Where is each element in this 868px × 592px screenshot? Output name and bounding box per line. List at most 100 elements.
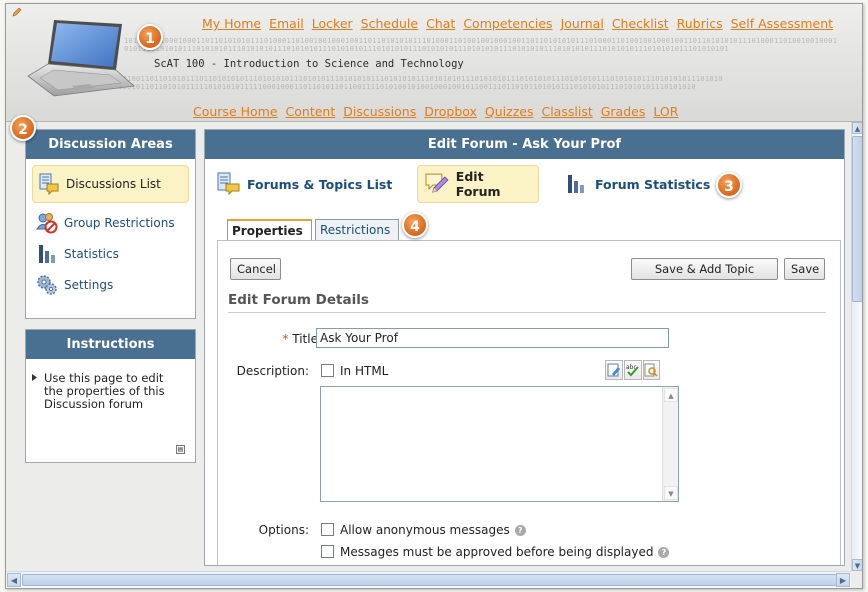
sidebar-item-settings[interactable]: Settings: [26, 269, 195, 300]
laptop-logo: [27, 20, 135, 97]
title-input[interactable]: Ask Your Prof: [316, 328, 669, 348]
description-textarea[interactable]: ▲ ▼: [320, 386, 679, 502]
cancel-button[interactable]: Cancel: [230, 258, 281, 280]
forums-topics-icon: [217, 172, 240, 196]
page-title: Edit Forum - Ask Your Prof: [205, 130, 844, 159]
nav-journal[interactable]: Journal: [561, 16, 604, 31]
subnav-label: Edit Forum: [455, 169, 501, 199]
in-html-checkbox[interactable]: [321, 364, 334, 377]
horizontal-scroll-thumb[interactable]: [22, 574, 837, 586]
nav-grades[interactable]: Grades: [601, 104, 646, 119]
nav-locker[interactable]: Locker: [312, 16, 353, 31]
section-heading: Edit Forum Details: [228, 292, 826, 313]
vertical-scrollbar[interactable]: ▲ ▼: [851, 122, 862, 571]
horizontal-scrollbar[interactable]: ◀ ▶: [6, 571, 851, 588]
instructions-text: Use this page to edit the properties of …: [44, 371, 165, 411]
sidebar-item-label: Group Restrictions: [64, 215, 175, 230]
course-name: ScAT 100 - Introduction to Science and T…: [154, 58, 464, 70]
group-restrictions-icon: [36, 212, 58, 233]
approval-label: Messages must be approved before being d…: [340, 545, 654, 559]
editor-toolbar: abc: [605, 360, 661, 380]
scroll-down-arrow-icon[interactable]: ▼: [664, 486, 678, 500]
subnav-forums-topics-list[interactable]: Forums & Topics List: [209, 165, 398, 203]
discussions-list-icon: [39, 173, 59, 195]
subnav-label: Forum Statistics: [595, 176, 711, 192]
nav-checklist[interactable]: Checklist: [612, 16, 669, 31]
anonymous-checkbox[interactable]: [321, 523, 334, 536]
subnav-edit-forum[interactable]: Edit Forum: [417, 165, 539, 203]
approval-checkbox[interactable]: [321, 545, 334, 558]
nav-quizzes[interactable]: Quizzes: [485, 104, 534, 119]
sidebar-item-discussions-list[interactable]: Discussions List: [32, 165, 189, 203]
nav-dropbox[interactable]: Dropbox: [424, 104, 477, 119]
nav-classlist[interactable]: Classlist: [541, 104, 592, 119]
sidebar-item-label: Settings: [64, 277, 114, 292]
pencil-icon: [12, 7, 22, 17]
scroll-right-icon[interactable]: ▶: [836, 573, 850, 587]
nav-lor[interactable]: LOR: [653, 104, 678, 119]
nav-course-home[interactable]: Course Home: [193, 104, 278, 119]
required-marker: *: [282, 332, 289, 346]
edit-forum-area: Edit Forum - Ask Your Prof Forums & Topi…: [204, 129, 845, 566]
nav-my-home[interactable]: My Home: [202, 16, 261, 31]
anonymous-option: Allow anonymous messages?: [340, 523, 526, 537]
sidebar-item-group-restrictions[interactable]: Group Restrictions: [26, 207, 195, 238]
options-label: Options:: [258, 523, 309, 537]
tab-restrictions[interactable]: Restrictions: [315, 219, 399, 241]
save-button[interactable]: Save: [784, 258, 825, 280]
nav-content[interactable]: Content: [286, 104, 336, 119]
nav-rubrics[interactable]: Rubrics: [677, 16, 723, 31]
nav-self-assessment[interactable]: Self Assessment: [731, 16, 833, 31]
binary-decoration: 0101101101010111010101011101010101110101…: [124, 45, 729, 53]
nav-schedule[interactable]: Schedule: [361, 16, 418, 31]
binary-decoration: 1001011011010101111101010101111100010001…: [118, 83, 696, 91]
forum-statistics-icon: [568, 175, 584, 193]
edit-forum-icon: [425, 173, 449, 193]
top-navigation: My Home Email Locker Schedule Chat Competenci…: [202, 16, 841, 31]
anonymous-label: Allow anonymous messages: [340, 523, 510, 537]
scroll-left-icon[interactable]: ◀: [7, 573, 21, 587]
settings-icon: [37, 274, 57, 295]
callout-marker: 4: [402, 212, 428, 238]
description-label: Description:: [236, 364, 309, 378]
nav-chat[interactable]: Chat: [426, 16, 455, 31]
instructions-text-block: Use this page to edit the properties of …: [26, 359, 195, 411]
help-icon[interactable]: ?: [658, 547, 670, 558]
textarea-scrollbar[interactable]: ▲ ▼: [662, 387, 678, 501]
sidebar-item-statistics[interactable]: Statistics: [26, 238, 195, 269]
scroll-up-arrow-icon[interactable]: ▲: [664, 388, 678, 402]
scroll-up-icon[interactable]: ▲: [852, 122, 862, 134]
help-icon[interactable]: ?: [514, 525, 526, 536]
nav-discussions[interactable]: Discussions: [343, 104, 416, 119]
course-navigation: Course Home Content Discussions Dropbox Quiz…: [193, 104, 686, 119]
forum-subnav: Forums & Topics List Edit Forum Forum St…: [205, 159, 844, 207]
spellcheck-icon[interactable]: abc: [623, 360, 642, 380]
properties-content: Cancel Save & Add Topic Save Edit Forum …: [217, 240, 841, 565]
sidebar-item-label: Statistics: [64, 246, 119, 261]
vertical-scroll-thumb[interactable]: [852, 136, 862, 302]
course-header: 1010010010001000110110101010111010001101…: [6, 4, 862, 122]
sidebar-item-label: Discussions List: [66, 177, 161, 191]
discussion-areas-title: Discussion Areas: [26, 130, 195, 159]
nav-competencies[interactable]: Competencies: [463, 16, 552, 31]
insert-html-icon[interactable]: [605, 360, 623, 380]
discussion-areas-panel: Discussion Areas Discussions List Group …: [25, 129, 196, 319]
preview-icon[interactable]: [642, 360, 660, 380]
bullet-arrow-icon: [32, 374, 37, 381]
scroll-down-icon[interactable]: ▼: [852, 559, 862, 571]
nav-email[interactable]: Email: [269, 16, 304, 31]
statistics-icon: [39, 244, 55, 263]
in-html-label: In HTML: [340, 364, 389, 378]
title-label: * Title:: [254, 332, 322, 346]
subnav-label: Forums & Topics List: [247, 176, 393, 192]
browser-frame: 1010010010001000110110101010111010001101…: [5, 3, 863, 589]
expand-icon[interactable]: ▤: [176, 445, 185, 454]
tab-properties[interactable]: Properties: [227, 219, 312, 241]
binary-decoration: 0010011011010101110110101010111010101011…: [118, 75, 723, 83]
save-add-topic-button[interactable]: Save & Add Topic: [631, 258, 778, 280]
subnav-forum-statistics[interactable]: Forum Statistics: [557, 165, 716, 203]
approval-option: Messages must be approved before being d…: [340, 545, 670, 559]
callout-marker: 3: [716, 172, 742, 198]
instructions-title: Instructions: [26, 330, 195, 359]
scrollbar-corner: [851, 571, 862, 588]
